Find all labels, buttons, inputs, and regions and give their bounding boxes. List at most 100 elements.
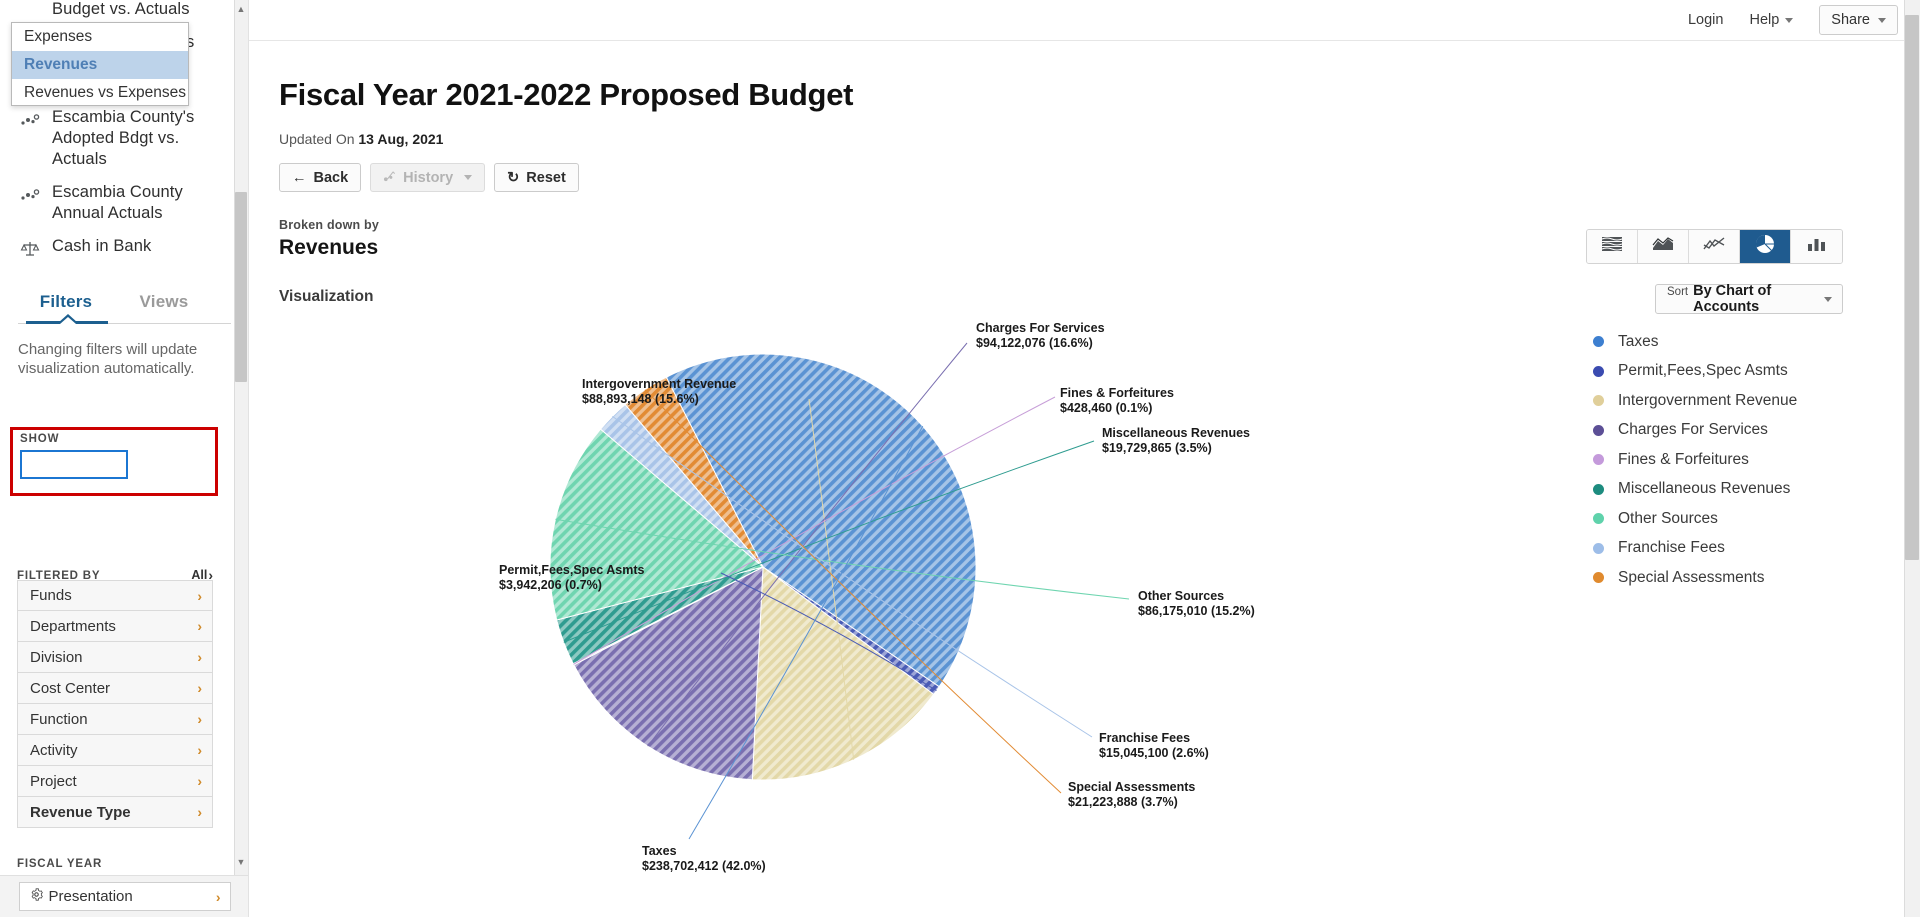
pie-label-fines-forfeitures: Fines & Forfeitures $428,460 (0.1%) — [1060, 386, 1260, 416]
pie-label-name: Franchise Fees — [1099, 731, 1191, 745]
application-root: County's Revised Budget vs. Actuals Esca… — [0, 0, 1920, 917]
sidebar-scrollbar-thumb[interactable] — [235, 192, 247, 382]
chart-type-line-button[interactable] — [1689, 230, 1740, 263]
page-scrollbar-thumb[interactable] — [1905, 15, 1919, 560]
reset-icon: ↻ — [507, 169, 520, 186]
sidebar-item-cash-in-bank[interactable]: Cash in Bank — [0, 230, 248, 266]
filter-row-departments[interactable]: Departments › — [17, 611, 213, 642]
legend-color-swatch — [1593, 572, 1604, 584]
sidebar-item-adopted-budget-vs-actuals[interactable]: Escambia County's Adopted Bdgt vs. Actua… — [0, 101, 248, 176]
sidebar-scrollbar[interactable]: ▲ ▼ — [234, 0, 248, 880]
chevron-down-icon — [1785, 17, 1794, 23]
back-label: Back — [313, 169, 349, 186]
filter-row-revenue-type[interactable]: Revenue Type › — [17, 797, 213, 828]
scroll-down-icon[interactable]: ▼ — [235, 855, 247, 869]
show-dropdown-menu[interactable]: Expenses Revenues Revenues vs Expenses — [11, 22, 189, 106]
share-button[interactable]: Share — [1819, 5, 1898, 35]
back-button[interactable]: ← Back — [279, 163, 362, 192]
pie-label-value: $428,460 (0.1%) — [1060, 401, 1153, 415]
legend-color-swatch — [1593, 483, 1604, 495]
share-label: Share — [1831, 12, 1870, 28]
show-option-revenues-vs-expenses[interactable]: Revenues vs Expenses — [12, 79, 188, 107]
main-content: Fiscal Year 2021-2022 Proposed Budget Up… — [249, 41, 1903, 917]
legend-item-miscellaneous-revenues[interactable]: Miscellaneous Revenues — [1593, 475, 1843, 505]
filters-note: Changing filters will update visualizati… — [18, 341, 198, 377]
sort-value-label: By Chart of Accounts — [1693, 283, 1772, 315]
reset-label: Reset — [526, 169, 566, 186]
help-menu[interactable]: Help — [1749, 12, 1794, 28]
line-chart-icon — [1703, 236, 1725, 257]
action-button-row: ← Back History ↻ Reset — [279, 163, 1903, 192]
history-button[interactable]: History — [370, 163, 486, 192]
filter-row-division[interactable]: Division › — [17, 642, 213, 673]
pie-chart-svg[interactable] — [249, 341, 1589, 917]
legend-item-special-assessments[interactable]: Special Assessments — [1593, 563, 1843, 593]
legend-item-charges-for-services[interactable]: Charges For Services — [1593, 416, 1843, 446]
pie-label-name: Special Assessments — [1068, 780, 1196, 794]
tab-caret-inner-icon — [60, 317, 76, 324]
chart-type-stacked-area-button[interactable] — [1587, 230, 1638, 263]
filter-row-cost-center[interactable]: Cost Center › — [17, 673, 213, 704]
legend-item-permit-fees-spec-asmts[interactable]: Permit,Fees,Spec Asmts — [1593, 357, 1843, 387]
history-label: History — [403, 169, 454, 186]
filter-label: Function — [30, 710, 88, 728]
chevron-right-icon: › — [197, 618, 202, 634]
pie-label-value: $86,175,010 (15.2%) — [1138, 604, 1255, 618]
reset-button[interactable]: ↻ Reset — [494, 163, 579, 192]
sort-prefix-label: Sort — [1667, 286, 1689, 298]
page-scrollbar[interactable] — [1904, 0, 1920, 917]
chevron-right-icon: › — [197, 804, 202, 820]
filter-label: Cost Center — [30, 679, 111, 697]
login-link[interactable]: Login — [1688, 12, 1723, 28]
show-option-expenses[interactable]: Expenses — [12, 23, 188, 51]
chevron-right-icon: › — [197, 680, 202, 696]
show-option-revenues[interactable]: Revenues — [12, 51, 188, 79]
tab-views[interactable]: Views — [114, 292, 214, 324]
legend-label: Miscellaneous Revenues — [1618, 480, 1791, 498]
pie-label-value: $19,729,865 (3.5%) — [1102, 441, 1212, 455]
legend-label: Permit,Fees,Spec Asmts — [1618, 362, 1788, 380]
pie-label-value: $238,702,412 (42.0%) — [642, 859, 766, 873]
pie-label-taxes: Taxes $238,702,412 (42.0%) — [642, 844, 862, 874]
gear-icon — [30, 888, 43, 905]
chart-type-pie-button[interactable] — [1740, 230, 1791, 263]
filter-row-funds[interactable]: Funds › — [17, 580, 213, 611]
show-select-focus-outline[interactable] — [20, 450, 128, 479]
chevron-right-icon: › — [197, 773, 202, 789]
filter-label: Project — [30, 772, 77, 790]
help-label: Help — [1749, 12, 1780, 28]
presentation-button[interactable]: Presentation › — [18, 882, 231, 911]
filter-row-activity[interactable]: Activity › — [17, 735, 213, 766]
presentation-bar: Presentation › — [0, 875, 248, 917]
scroll-up-icon[interactable]: ▲ — [235, 2, 247, 16]
legend-item-franchise-fees[interactable]: Franchise Fees — [1593, 534, 1843, 564]
pie-label-intergovernment-revenue: Intergovernment Revenue $88,893,148 (15.… — [582, 377, 802, 407]
scatter-icon — [18, 184, 42, 206]
arrow-left-icon: ← — [292, 169, 307, 186]
scales-icon — [18, 238, 42, 260]
history-icon — [383, 170, 396, 186]
left-sidebar: County's Revised Budget vs. Actuals Esca… — [0, 0, 249, 917]
sort-dropdown[interactable]: Sort By Chart of Accounts — [1655, 283, 1843, 315]
filter-row-function[interactable]: Function › — [17, 704, 213, 735]
legend-color-swatch — [1593, 513, 1604, 525]
sidebar-item-label: Escambia County Annual Actuals — [52, 183, 183, 222]
chart-type-area-button[interactable] — [1638, 230, 1689, 263]
chevron-down-icon — [464, 175, 473, 180]
filter-row-project[interactable]: Project › — [17, 766, 213, 797]
chevron-down-icon — [1824, 296, 1832, 302]
presentation-label: Presentation — [48, 888, 133, 905]
pie-label-charges-for-services: Charges For Services $94,122,076 (16.6%) — [976, 321, 1186, 351]
sidebar-item-annual-actuals[interactable]: Escambia County Annual Actuals — [0, 176, 248, 230]
chart-type-bar-button[interactable] — [1791, 230, 1842, 263]
legend-color-swatch — [1593, 542, 1604, 554]
legend-item-other-sources[interactable]: Other Sources — [1593, 504, 1843, 534]
pie-label-other-sources: Other Sources $86,175,010 (15.2%) — [1138, 589, 1338, 619]
pie-chart-icon — [1754, 233, 1776, 260]
legend-item-intergovernment-revenue[interactable]: Intergovernment Revenue — [1593, 386, 1843, 416]
stacked-area-icon — [1601, 236, 1623, 257]
pie-label-name: Miscellaneous Revenues — [1102, 426, 1250, 440]
legend-item-taxes[interactable]: Taxes — [1593, 327, 1843, 357]
legend-label: Franchise Fees — [1618, 539, 1725, 557]
legend-item-fines-forfeitures[interactable]: Fines & Forfeitures — [1593, 445, 1843, 475]
